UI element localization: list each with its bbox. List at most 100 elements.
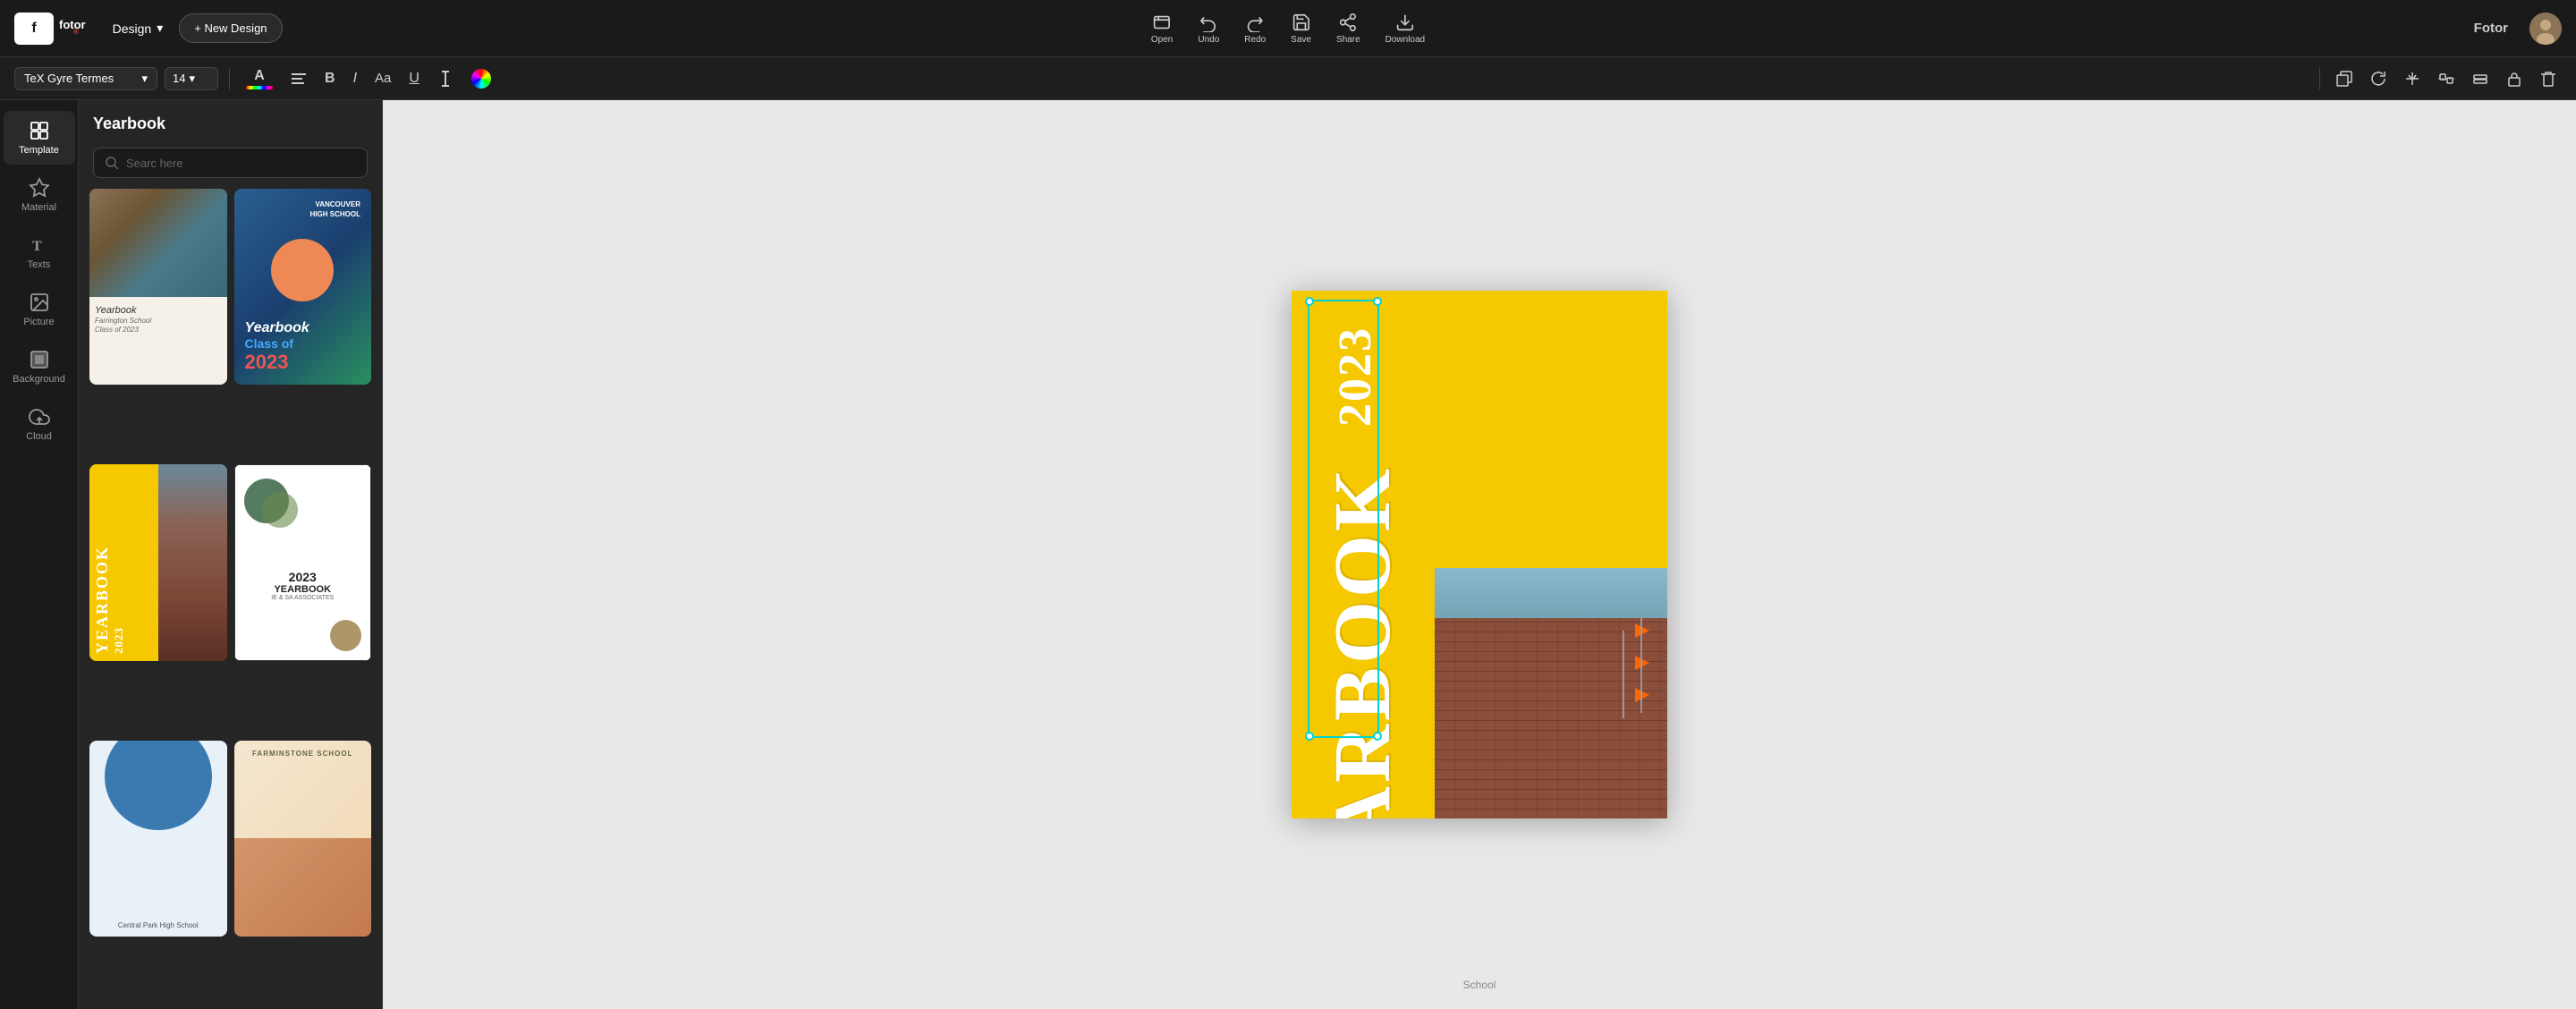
lock-button[interactable] xyxy=(2501,67,2528,90)
design-label: Design xyxy=(113,21,152,36)
left-sidebar: Template Material T Texts Picture xyxy=(0,100,79,1009)
logo-area: f fotor ® xyxy=(14,13,86,45)
search-bar[interactable] xyxy=(93,148,368,178)
template-card-3[interactable]: YEARBOOK 2023 xyxy=(89,464,227,660)
sidebar-item-background[interactable]: Background xyxy=(4,340,75,394)
sidebar-item-picture[interactable]: Picture xyxy=(4,283,75,336)
doc-photo-inner xyxy=(1435,568,1667,818)
font-size-selector[interactable]: 14 ▾ xyxy=(165,67,218,90)
template-card-2[interactable]: VANCOUVERHIGH SCHOOL Yearbook Class of 2… xyxy=(234,189,372,385)
sidebar-item-cloud[interactable]: Cloud xyxy=(4,397,75,451)
svg-text:T: T xyxy=(32,239,42,254)
download-tool[interactable]: Download xyxy=(1385,13,1425,45)
sidebar-label-cloud: Cloud xyxy=(26,431,52,442)
logo-box: f xyxy=(14,13,54,45)
toolbar-right xyxy=(2316,67,2562,90)
search-icon xyxy=(105,156,119,170)
undo-tool[interactable]: Undo xyxy=(1198,13,1219,45)
spacing-button[interactable] xyxy=(432,67,459,90)
sidebar-label-texts: Texts xyxy=(28,259,51,270)
redo-icon xyxy=(1245,13,1265,32)
template-card-1[interactable]: Yearbook Farrington School Class of 2023 xyxy=(89,189,227,385)
toolbar-divider-1 xyxy=(229,68,230,89)
user-avatar[interactable] xyxy=(2529,13,2562,45)
user-name-label: Fotor xyxy=(2474,21,2508,36)
avatar-image xyxy=(2529,13,2562,45)
canvas-scroll: VANCOUVERHIGH SCHOOLCLASS OF 2023 YEARBO… xyxy=(383,100,2576,1009)
rotate-button[interactable] xyxy=(2365,67,2392,90)
canvas-bottom-label: School xyxy=(1463,979,1496,991)
align-icon xyxy=(291,71,307,87)
stack-icon xyxy=(2472,71,2488,87)
text-color-icon: A xyxy=(254,68,265,84)
italic-icon: I xyxy=(353,71,357,87)
doc-year-text: 2023 xyxy=(1329,326,1382,427)
lock-icon xyxy=(2506,71,2522,87)
template-icon xyxy=(29,120,50,141)
download-icon xyxy=(1395,13,1415,32)
nav-right: Fotor xyxy=(2474,13,2562,45)
rotate-icon xyxy=(2370,71,2386,87)
font-family-value: TeX Gyre Termes xyxy=(24,72,114,85)
sidebar-item-template[interactable]: Template xyxy=(4,111,75,165)
new-design-button[interactable]: + New Design xyxy=(179,13,282,43)
template-panel: Yearbook Yearbook Farrington xyxy=(79,100,383,1009)
canvas-area: VANCOUVERHIGH SCHOOLCLASS OF 2023 YEARBO… xyxy=(383,100,2576,1009)
nav-center-tools: Open Undo Redo Save xyxy=(1151,13,1425,45)
search-input[interactable] xyxy=(126,157,356,170)
stack-button[interactable] xyxy=(2467,67,2494,90)
font-size-value: 14 xyxy=(173,72,185,85)
font-size-button[interactable]: Aa xyxy=(369,67,396,89)
canvas-document[interactable]: VANCOUVERHIGH SCHOOLCLASS OF 2023 YEARBO… xyxy=(1292,291,1667,818)
flip-button[interactable] xyxy=(2399,67,2426,90)
italic-button[interactable]: I xyxy=(348,67,362,90)
template-card-6[interactable]: FARMINSTONE SCHOOL xyxy=(234,741,372,937)
undo-icon xyxy=(1199,13,1218,32)
panel-title: Yearbook xyxy=(93,114,368,133)
doc-photo xyxy=(1435,568,1667,818)
texts-icon: T xyxy=(29,234,50,256)
effects-icon xyxy=(471,69,491,89)
top-nav: f fotor ® Design ▾ + New Design Open Und… xyxy=(0,0,2576,57)
design-button[interactable]: Design ▾ xyxy=(104,15,173,41)
redo-tool[interactable]: Redo xyxy=(1244,13,1266,45)
background-icon xyxy=(29,349,50,370)
color-bar xyxy=(246,86,273,89)
sidebar-label-template: Template xyxy=(19,145,59,156)
sidebar-label-background: Background xyxy=(13,374,65,385)
text-toolbar: TeX Gyre Termes ▾ 14 ▾ A B I Aa U xyxy=(0,57,2576,100)
font-family-selector[interactable]: TeX Gyre Termes ▾ xyxy=(14,67,157,90)
open-icon xyxy=(1152,13,1172,32)
sidebar-item-texts[interactable]: T Texts xyxy=(4,225,75,279)
duplicate-button[interactable] xyxy=(2331,67,2358,90)
share-tool[interactable]: Share xyxy=(1336,13,1360,45)
logo-brand: fotor ® xyxy=(59,19,86,38)
effects-button[interactable] xyxy=(466,65,496,92)
underline-icon: U xyxy=(409,71,419,87)
font-size-icon: Aa xyxy=(375,71,391,86)
open-tool[interactable]: Open xyxy=(1151,13,1173,45)
templates-grid: Yearbook Farrington School Class of 2023… xyxy=(79,189,382,1009)
material-icon xyxy=(29,177,50,199)
bold-button[interactable]: B xyxy=(319,67,341,90)
spacing-icon xyxy=(437,71,453,87)
flip-icon xyxy=(2404,71,2420,87)
delete-button[interactable] xyxy=(2535,67,2562,90)
panel-header: Yearbook xyxy=(79,100,382,140)
save-tool[interactable]: Save xyxy=(1291,13,1311,45)
underline-button[interactable]: U xyxy=(403,67,425,90)
save-icon xyxy=(1292,13,1311,32)
text-color-button[interactable]: A xyxy=(241,64,278,93)
main-area: Template Material T Texts Picture xyxy=(0,100,2576,1009)
sidebar-item-material[interactable]: Material xyxy=(4,168,75,222)
duplicate-icon xyxy=(2336,71,2352,87)
template-card-5[interactable]: Central Park High School xyxy=(89,741,227,937)
align-obj-button[interactable] xyxy=(2433,67,2460,90)
template-card-4[interactable]: 2023 YEARBOOK IE & SA ASSOCIATES xyxy=(234,464,372,660)
share-icon xyxy=(1338,13,1358,32)
new-design-label: + New Design xyxy=(194,21,267,35)
align-button[interactable] xyxy=(285,67,312,90)
align-obj-icon xyxy=(2438,71,2454,87)
cloud-icon xyxy=(29,406,50,428)
bold-icon: B xyxy=(325,71,335,87)
